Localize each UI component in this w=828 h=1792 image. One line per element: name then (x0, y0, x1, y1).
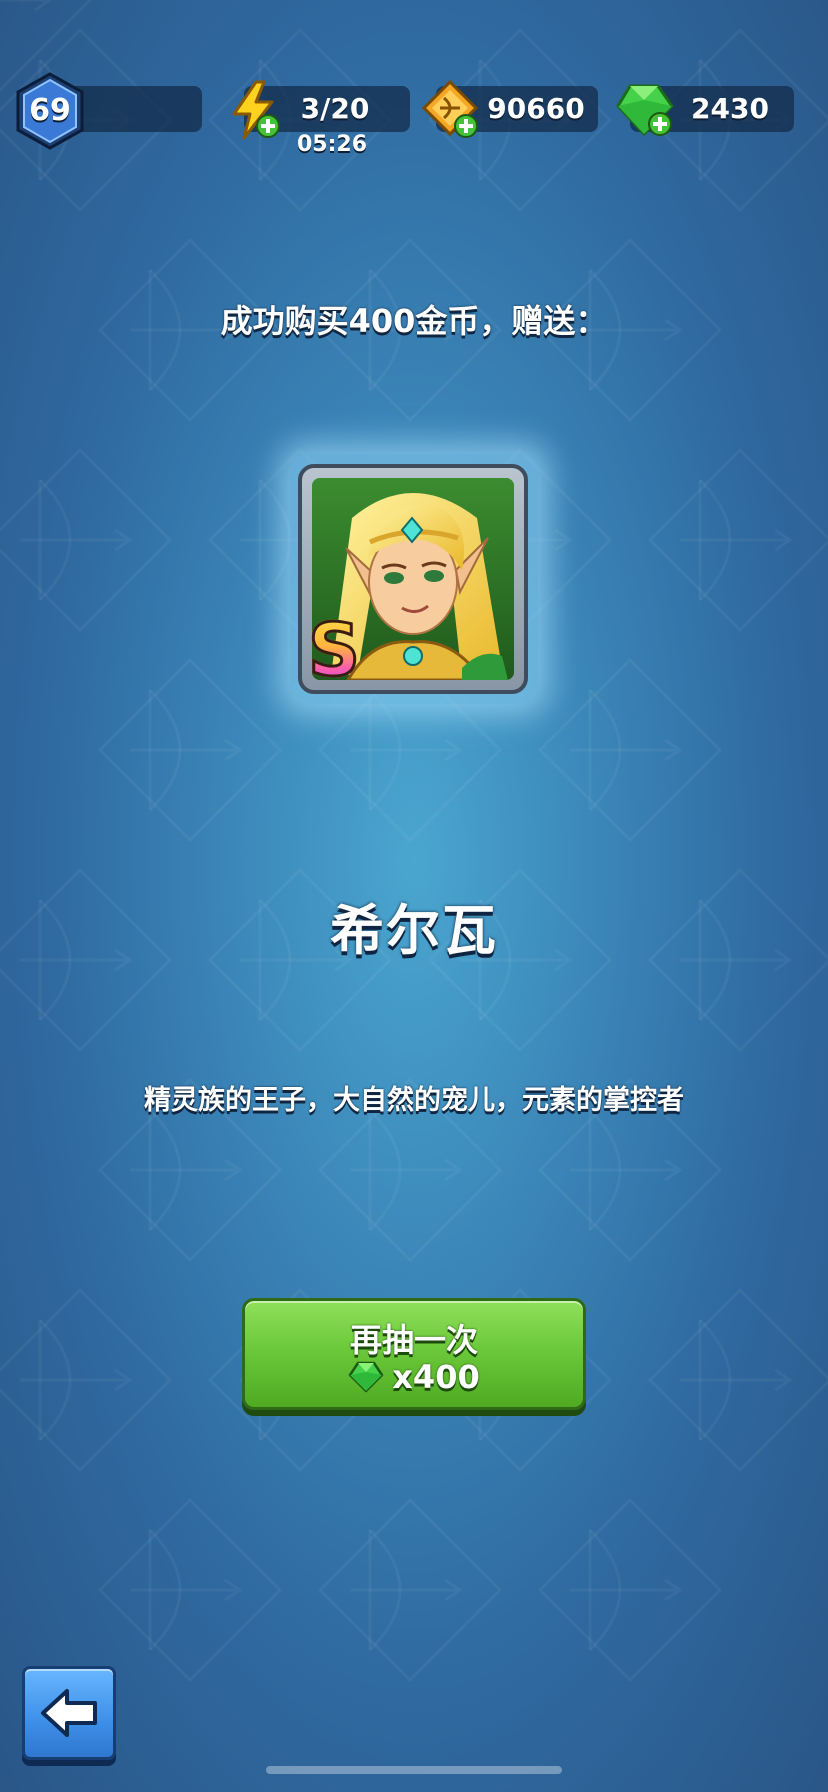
hero-name: 希尔瓦 (330, 899, 498, 962)
draw-again-label: 再抽一次 (349, 1321, 478, 1359)
green-gem-plus-icon[interactable] (614, 80, 678, 138)
draw-again-cost: x400 (392, 1358, 480, 1396)
green-gem-icon (349, 1361, 384, 1393)
energy-timer: 05:26 (296, 132, 368, 157)
back-button[interactable] (22, 1666, 116, 1760)
player-level: 69 (29, 93, 71, 128)
gem-count: 2430 (691, 92, 769, 125)
gold-coin-bow-plus-icon[interactable] (420, 78, 482, 140)
hero-description: 精灵族的王子，大自然的宠儿，元素的掌控者 (144, 1085, 684, 1116)
purchase-message: 成功购买400金币，赠送： (220, 302, 608, 340)
lightning-plus-icon[interactable] (226, 80, 282, 140)
gold-count: 90660 (487, 92, 585, 125)
draw-again-cost-row: x400 (245, 1357, 583, 1397)
back-arrow-icon (41, 1689, 97, 1737)
draw-again-button[interactable]: 再抽一次 x400 (242, 1298, 586, 1410)
energy-count: 3/20 (300, 92, 370, 125)
home-indicator (266, 1766, 562, 1774)
hero-rank-badge: S (302, 609, 366, 692)
